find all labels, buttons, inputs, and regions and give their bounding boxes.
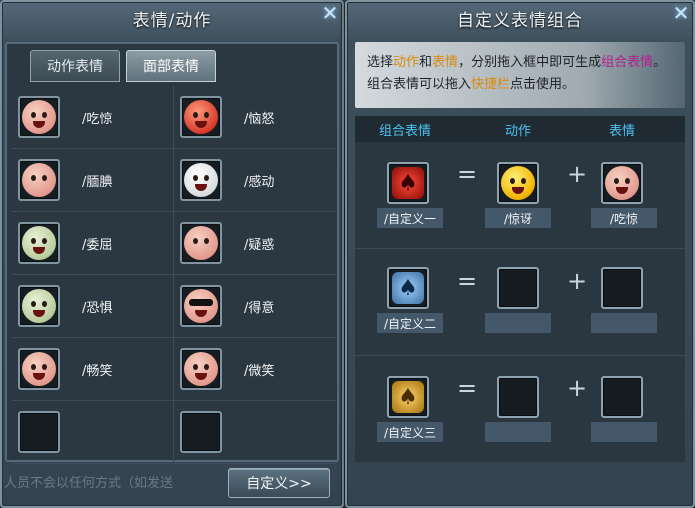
shocked-face-icon <box>605 166 639 200</box>
emote-label: /得意 <box>244 300 275 316</box>
list-item[interactable] <box>12 401 174 464</box>
combo-row: ♠ /自定义三 = + <box>355 356 685 463</box>
close-icon[interactable]: ✕ <box>670 3 692 25</box>
empty-emote-slot[interactable] <box>18 411 60 453</box>
surprised-action-icon <box>501 166 535 200</box>
emote-slot[interactable] <box>601 162 643 204</box>
header-action: 动作 <box>505 123 532 139</box>
emote-label: /吃惊 <box>82 111 113 127</box>
column-headers: 组合表情 动作 表情 <box>355 116 685 142</box>
equals-sign: = <box>457 160 478 188</box>
panel-title: 自定义表情组合 <box>457 11 583 31</box>
plus-sign: + <box>567 160 588 188</box>
emote-label: /委屈 <box>82 237 113 253</box>
emote-label: /畅笑 <box>82 363 113 379</box>
fear-face-icon <box>22 289 56 323</box>
emote-slot[interactable] <box>18 285 60 327</box>
list-item[interactable] <box>174 401 336 464</box>
combo-list: ♠ /自定义一 = /惊讶 + /吃惊 ♠ /自定义二 = + ♠ /自定义三 … <box>355 142 685 462</box>
emote-slot[interactable] <box>601 376 643 418</box>
wronged-face-icon <box>22 226 56 260</box>
blue-custom-icon: ♠ <box>392 272 424 304</box>
instructions-box: 选择动作和表情，分别拖入框中即可生成组合表情。 组合表情可以拖入快捷栏点击使用。 <box>355 42 685 108</box>
action-label: /惊讶 <box>485 208 551 228</box>
combo-slot[interactable]: ♠ <box>387 267 429 309</box>
emote-slot[interactable] <box>18 222 60 264</box>
emote-label: /恐惧 <box>82 300 113 316</box>
combo-slot[interactable]: ♠ <box>387 376 429 418</box>
combo-row: ♠ /自定义一 = /惊讶 + /吃惊 <box>355 142 685 249</box>
action-label <box>485 313 551 333</box>
combo-slot[interactable]: ♠ <box>387 162 429 204</box>
angry-face-icon <box>184 100 218 134</box>
custom-button[interactable]: 自定义>> <box>228 468 330 498</box>
tab-action-emotes[interactable]: 动作表情 <box>30 50 120 82</box>
emote-label: /腼腆 <box>82 174 113 190</box>
emote-tabs: 动作表情 面部表情 <box>30 50 216 82</box>
close-icon[interactable]: ✕ <box>319 3 341 25</box>
emote-action-panel: 表情/动作 ✕ 动作表情 面部表情 /吃惊 /恼怒 /腼腆 /感动 /委屈 /疑… <box>0 0 344 508</box>
emote-slot[interactable] <box>180 222 222 264</box>
combo-label: /自定义二 <box>377 313 443 333</box>
equals-sign: = <box>457 374 478 402</box>
combo-label: /自定义一 <box>377 208 443 228</box>
smug-face-icon <box>184 289 218 323</box>
action-slot[interactable] <box>497 162 539 204</box>
touched-face-icon <box>184 163 218 197</box>
combo-label: /自定义三 <box>377 422 443 442</box>
emote-label <box>591 313 657 333</box>
action-label <box>485 422 551 442</box>
combo-row: ♠ /自定义二 = + <box>355 249 685 356</box>
list-item[interactable]: /委屈 <box>12 212 174 275</box>
emote-slot[interactable] <box>601 267 643 309</box>
emote-slot[interactable] <box>180 96 222 138</box>
emote-label: /感动 <box>244 174 275 190</box>
tab-face-emotes[interactable]: 面部表情 <box>126 50 216 82</box>
smile-face-icon <box>184 352 218 386</box>
plus-sign: + <box>567 267 588 295</box>
instructions-line-2: 组合表情可以拖入快捷栏点击使用。 <box>367 77 576 92</box>
list-item[interactable]: /恐惧 <box>12 275 174 338</box>
emote-label: /恼怒 <box>244 111 275 127</box>
emote-slot[interactable] <box>180 285 222 327</box>
shy-face-icon <box>22 163 56 197</box>
plus-sign: + <box>567 374 588 402</box>
list-item[interactable]: /感动 <box>174 149 336 212</box>
header-emote: 表情 <box>609 123 636 139</box>
emote-label <box>591 422 657 442</box>
puzzled-face-icon <box>184 226 218 260</box>
emote-grid: /吃惊 /恼怒 /腼腆 /感动 /委屈 /疑惑 /恐惧 /得意 /畅笑 /微笑 <box>12 86 336 464</box>
gold-custom-icon: ♠ <box>392 381 424 413</box>
list-item[interactable]: /恼怒 <box>174 86 336 149</box>
header-combo: 组合表情 <box>379 123 432 139</box>
list-item[interactable]: /腼腆 <box>12 149 174 212</box>
emote-slot[interactable] <box>18 96 60 138</box>
emote-label: /吃惊 <box>591 208 657 228</box>
shocked-face-icon <box>22 100 56 134</box>
background-chat-text: 人员不会以任何方式（如发送 <box>4 476 174 491</box>
panel-title: 表情/动作 <box>132 11 212 31</box>
emote-slot[interactable] <box>18 159 60 201</box>
action-slot[interactable] <box>497 376 539 418</box>
emote-label: /微笑 <box>244 363 275 379</box>
action-slot[interactable] <box>497 267 539 309</box>
list-item[interactable]: /畅笑 <box>12 338 174 401</box>
emote-slot[interactable] <box>180 348 222 390</box>
list-item[interactable]: /微笑 <box>174 338 336 401</box>
equals-sign: = <box>457 267 478 295</box>
emote-slot[interactable] <box>18 348 60 390</box>
empty-emote-slot[interactable] <box>180 411 222 453</box>
custom-emote-combo-panel: 自定义表情组合 ✕ 选择动作和表情，分别拖入框中即可生成组合表情。 组合表情可以… <box>345 0 695 508</box>
instructions-line-1: 选择动作和表情，分别拖入框中即可生成组合表情。 <box>367 55 667 70</box>
laugh-face-icon <box>22 352 56 386</box>
list-item[interactable]: /疑惑 <box>174 212 336 275</box>
emote-label: /疑惑 <box>244 237 275 253</box>
list-item[interactable]: /吃惊 <box>12 86 174 149</box>
emote-slot[interactable] <box>180 159 222 201</box>
red-custom-icon: ♠ <box>392 167 424 199</box>
list-item[interactable]: /得意 <box>174 275 336 338</box>
